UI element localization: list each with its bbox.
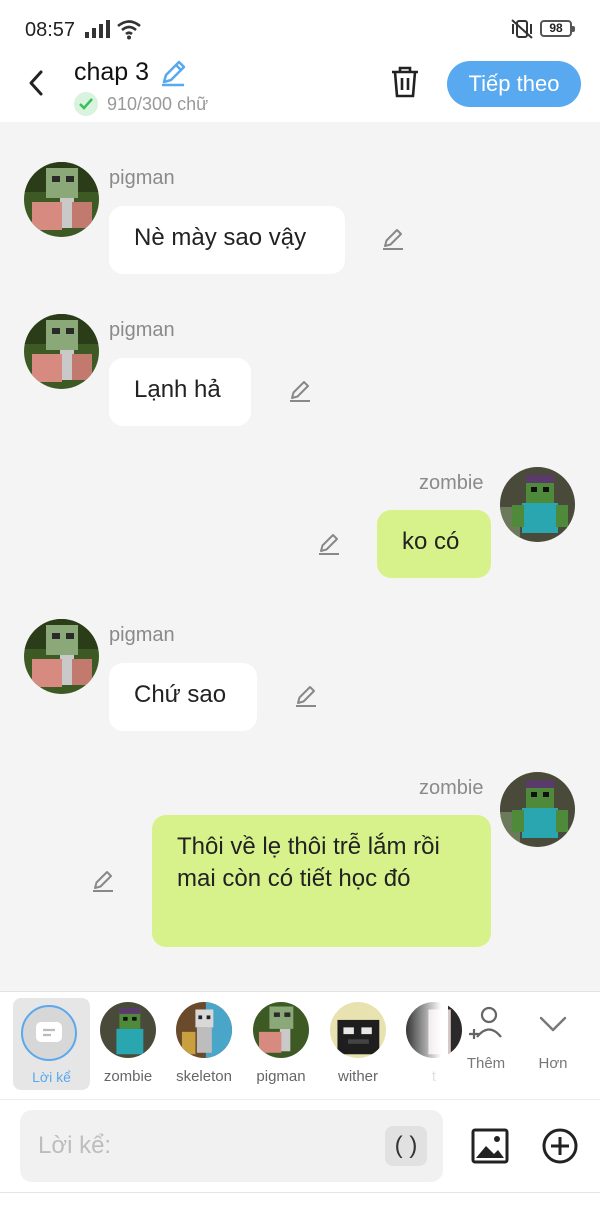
wifi-icon <box>117 20 141 40</box>
divider <box>0 1192 600 1193</box>
narration-input[interactable] <box>20 1110 443 1182</box>
message-sender: pigman <box>109 167 175 189</box>
edit-message-icon[interactable] <box>380 226 406 252</box>
scroll-fade <box>404 992 448 1100</box>
avatar-skeleton <box>176 1002 232 1058</box>
edit-message-icon[interactable] <box>316 531 342 557</box>
character-label: wither <box>337 1068 378 1085</box>
status-time: 08:57 <box>25 19 76 41</box>
add-character-label: Thêm <box>466 1055 506 1072</box>
character-bar: Lời kể zombie skeleton pigman wither Thê… <box>0 991 600 1100</box>
signal-icon <box>85 20 110 38</box>
back-arrow-icon[interactable] <box>22 68 52 98</box>
message-bubble[interactable]: ko có <box>377 510 491 578</box>
message-sender: pigman <box>109 319 175 341</box>
avatar-zombie[interactable] <box>500 772 575 847</box>
avatar-wither <box>330 1002 386 1058</box>
add-character-button[interactable]: Thêm <box>456 1004 516 1072</box>
avatar-pigman[interactable] <box>24 162 99 237</box>
add-person-icon <box>469 1006 502 1039</box>
character-label: skeleton <box>176 1068 232 1085</box>
character-zombie[interactable]: zombie <box>92 1002 164 1085</box>
message-bubble[interactable]: Lạnh hả <box>109 358 251 426</box>
chapter-title[interactable]: chap 3 <box>74 58 149 87</box>
input-bar: ( ) <box>0 1099 600 1210</box>
battery-indicator: 98 <box>540 20 575 37</box>
message-sender: pigman <box>109 624 175 646</box>
next-button[interactable]: Tiếp theo <box>447 61 581 107</box>
avatar-pigman[interactable] <box>24 619 99 694</box>
add-circle-icon[interactable] <box>540 1126 580 1166</box>
edit-message-icon[interactable] <box>293 683 319 709</box>
status-bar: 08:57 98 <box>0 0 600 58</box>
character-pigman[interactable]: pigman <box>245 1002 317 1085</box>
trash-icon[interactable] <box>388 64 422 100</box>
character-label: zombie <box>103 1068 153 1085</box>
edit-title-icon[interactable] <box>158 58 188 88</box>
message-sender: zombie <box>419 472 484 494</box>
avatar-pigman[interactable] <box>24 314 99 389</box>
avatar-zombie[interactable] <box>500 467 575 542</box>
more-label: Hơn <box>538 1055 568 1072</box>
character-wither[interactable]: wither <box>322 1002 394 1085</box>
chat-area: pigman Nè mày sao vậy pigman Lạnh hả zom… <box>0 122 600 991</box>
message-bubble[interactable]: Nè mày sao vậy <box>109 206 345 274</box>
avatar-zombie <box>100 1002 156 1058</box>
parentheses-button[interactable]: ( ) <box>385 1126 427 1166</box>
image-icon[interactable] <box>470 1126 510 1166</box>
narrator-label: Lời kể <box>32 1069 71 1085</box>
narrator-selector[interactable]: Lời kể <box>13 998 90 1090</box>
more-button[interactable]: Hơn <box>523 1004 583 1072</box>
message-sender: zombie <box>419 777 484 799</box>
character-skeleton[interactable]: skeleton <box>168 1002 240 1085</box>
character-label: pigman <box>256 1068 306 1085</box>
avatar-pigman <box>253 1002 309 1058</box>
narrator-icon <box>21 1005 77 1061</box>
word-count-text: 910/300 chữ <box>107 93 209 114</box>
message-bubble[interactable]: Thôi về lẹ thôi trễ lắm rồi mai còn có t… <box>152 815 491 947</box>
editor-header: chap 3 910/300 chữ Tiếp theo <box>0 58 600 122</box>
check-icon <box>74 92 98 116</box>
chevron-down-icon <box>539 1016 567 1032</box>
edit-message-icon[interactable] <box>90 868 116 894</box>
word-count: 910/300 chữ <box>74 92 208 116</box>
edit-message-icon[interactable] <box>287 378 313 404</box>
vibrate-mute-icon <box>511 19 533 39</box>
message-bubble[interactable]: Chứ sao <box>109 663 257 731</box>
